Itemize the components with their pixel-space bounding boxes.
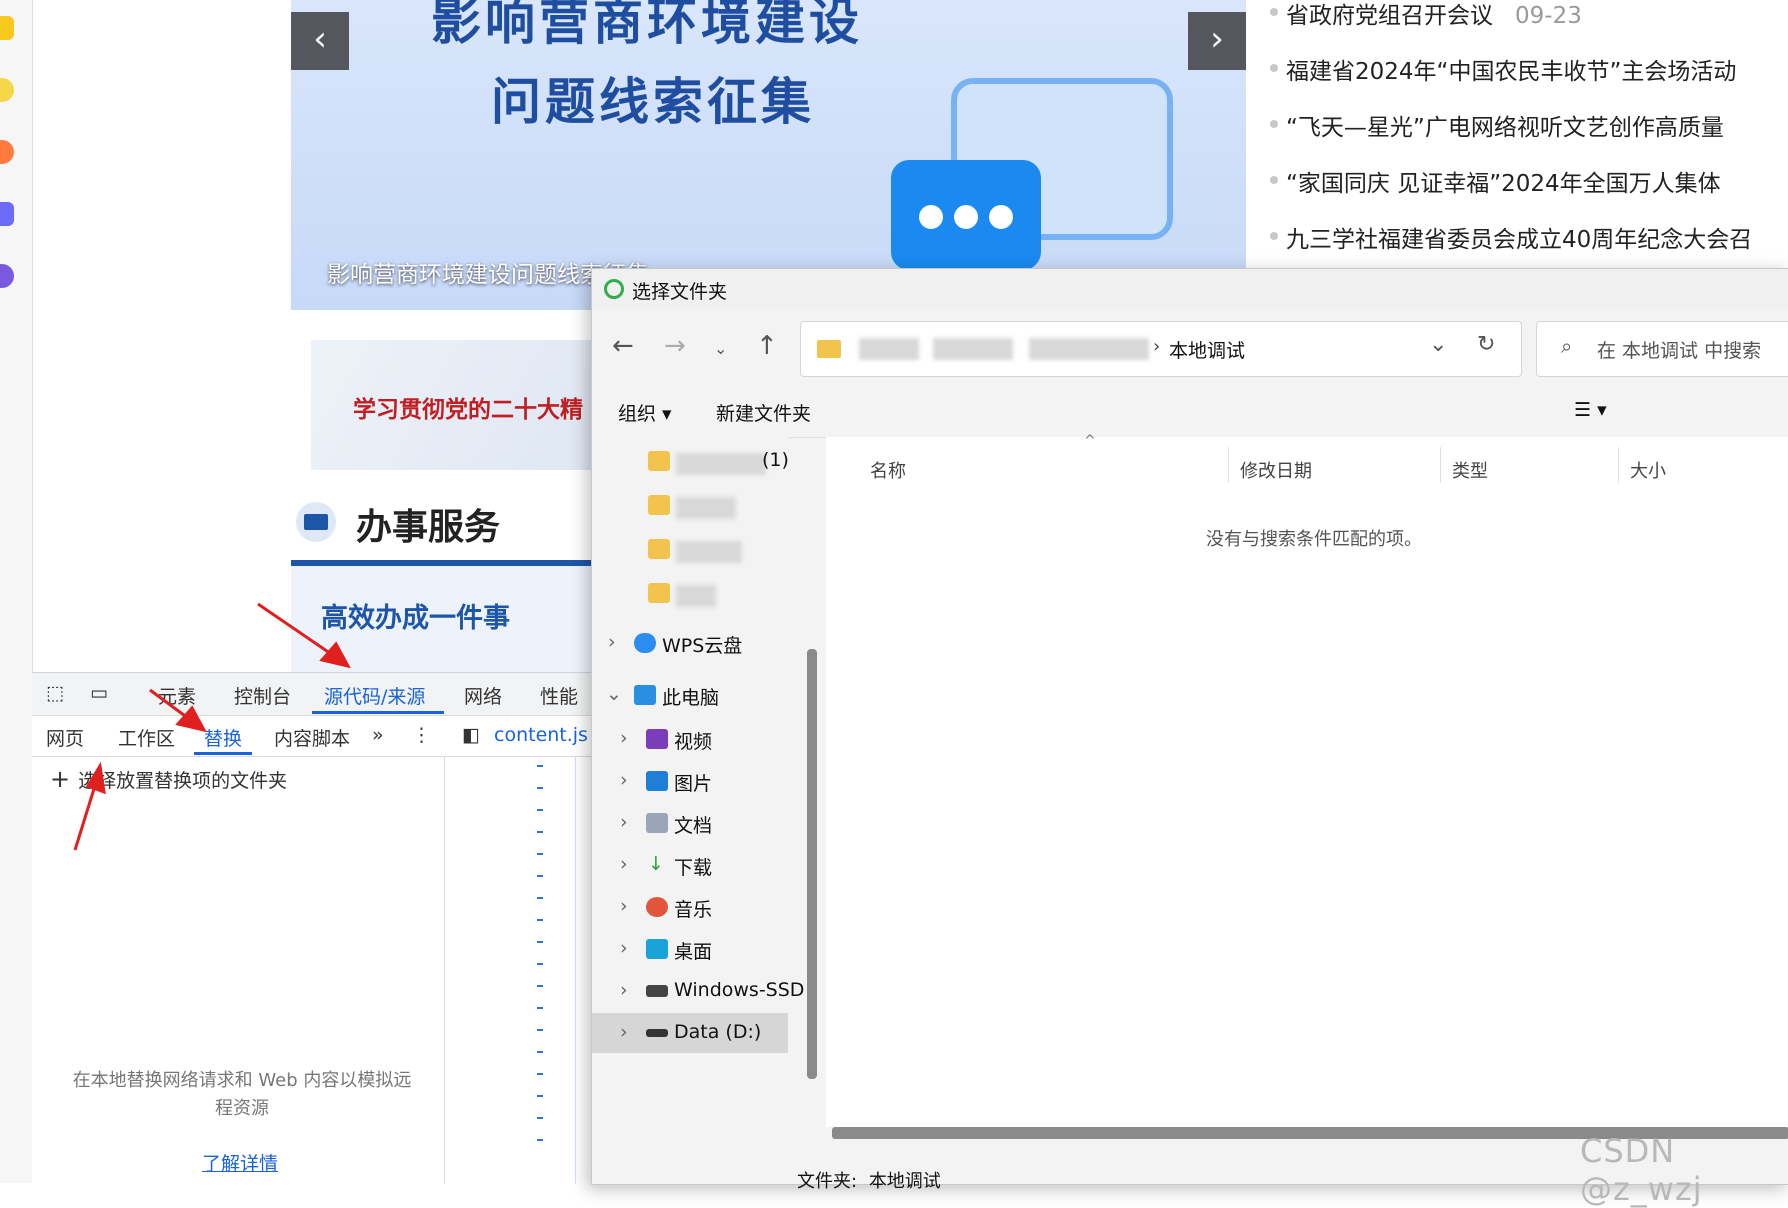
tree-item-videos[interactable]: › 视频	[592, 719, 788, 759]
tree-label: 文档	[674, 815, 713, 837]
music-icon	[646, 897, 668, 917]
picture-icon	[646, 771, 668, 791]
tree-label: Data (D:)	[674, 1021, 762, 1043]
new-folder-button[interactable]: 新建文件夹	[716, 399, 811, 426]
tree-scrollbar[interactable]	[807, 649, 817, 1079]
column-separator[interactable]	[1440, 447, 1441, 483]
drive-icon	[646, 985, 668, 997]
desktop-icon	[646, 939, 668, 959]
chevron-down-icon[interactable]: ⌄	[606, 683, 622, 705]
chevron-right-icon[interactable]: ›	[608, 631, 616, 653]
blurred-name	[676, 541, 742, 563]
browser-app-icon	[604, 279, 624, 299]
tree-item-desktop[interactable]: › 桌面	[592, 929, 788, 969]
organize-menu[interactable]: 组织 ▾	[618, 399, 672, 426]
column-modified[interactable]: 修改日期	[1240, 457, 1312, 483]
tree-label: 视频	[674, 731, 713, 753]
column-size[interactable]: 大小	[1630, 457, 1666, 483]
folder-icon	[648, 539, 670, 559]
tree-label: 桌面	[674, 941, 713, 963]
view-options-icon[interactable]: ☰ ▾	[1574, 399, 1607, 421]
back-icon[interactable]: ←	[612, 331, 634, 361]
blurred-name	[676, 497, 736, 519]
tree-item-pictures[interactable]: › 图片	[592, 761, 788, 801]
tree-item-music[interactable]: › 音乐	[592, 887, 788, 927]
tree-item[interactable]: (1)	[592, 441, 789, 481]
chevron-right-icon[interactable]: ›	[620, 1021, 628, 1043]
blurred-name	[676, 453, 766, 475]
folder-field: 文件夹: 本地调试	[797, 1167, 941, 1193]
folder-icon	[648, 583, 670, 603]
blurred-path	[859, 338, 919, 360]
tree-label: 图片	[674, 773, 713, 795]
tree-label: WPS云盘	[662, 635, 743, 657]
tree-item-downloads[interactable]: › ↓ 下载	[592, 845, 788, 885]
column-name[interactable]: 名称	[870, 457, 906, 483]
tree-item[interactable]	[592, 573, 788, 613]
sort-up-icon: ^	[1084, 433, 1096, 449]
path-separator-icon: ›	[1153, 336, 1161, 357]
tree-label: 下载	[674, 857, 713, 879]
watermark: CSDN @z_wzj	[1580, 1132, 1703, 1208]
annotation-arrowhead	[175, 705, 207, 733]
folder-field-label: 文件夹:	[797, 1171, 858, 1192]
chevron-right-icon[interactable]: ›	[620, 979, 628, 1001]
chevron-right-icon[interactable]: ›	[620, 769, 628, 791]
chevron-right-icon[interactable]: ›	[620, 811, 628, 833]
cloud-icon	[634, 633, 656, 653]
dialog-navigation: ← → ⌄ ↑ › 本地调试 ⌄ ↻ ⌕ 在 本地调试 中搜索	[592, 317, 1788, 381]
address-bar[interactable]: › 本地调试 ⌄ ↻	[800, 321, 1522, 377]
address-dropdown-icon[interactable]: ⌄	[1429, 332, 1447, 357]
recent-dropdown-icon[interactable]: ⌄	[714, 339, 727, 358]
empty-folder-message: 没有与搜索条件匹配的项。	[1206, 529, 1422, 550]
tree-item-documents[interactable]: › 文档	[592, 803, 788, 843]
refresh-icon[interactable]: ↻	[1477, 332, 1495, 357]
navigation-tree: (1) › WPS云盘 ⌄ 此电脑 › 视频 › 图片 › 文档 › ↓ 下载 …	[592, 437, 804, 1184]
chevron-right-icon[interactable]: ›	[620, 937, 628, 959]
search-placeholder: 在 本地调试 中搜索	[1597, 340, 1762, 362]
annotation-arrowhead	[85, 761, 106, 795]
select-folder-dialog: 选择文件夹 ← → ⌄ ↑ › 本地调试 ⌄ ↻ ⌕ 在 本地调试 中搜索 组织…	[591, 268, 1788, 1192]
dialog-toolbar: 组织 ▾ 新建文件夹 ☰ ▾	[592, 387, 1788, 438]
chevron-right-icon[interactable]: ›	[620, 853, 628, 875]
tree-item-data-d[interactable]: › Data (D:)	[592, 1013, 788, 1053]
folder-icon	[648, 495, 670, 515]
dialog-title: 选择文件夹	[632, 281, 728, 303]
blurred-path	[933, 338, 1013, 360]
chevron-right-icon[interactable]: ›	[620, 895, 628, 917]
tree-label: (1)	[762, 449, 789, 471]
blurred-path	[1029, 338, 1149, 360]
download-icon: ↓	[648, 853, 664, 875]
tree-item-this-pc[interactable]: ⌄ 此电脑	[592, 675, 788, 715]
drive-icon	[646, 1029, 668, 1037]
column-separator[interactable]	[1618, 447, 1619, 483]
folder-field-value[interactable]: 本地调试	[869, 1171, 941, 1192]
up-icon[interactable]: ↑	[756, 331, 778, 361]
folder-icon	[648, 451, 670, 471]
tree-item-wps-cloud[interactable]: › WPS云盘	[592, 623, 788, 663]
column-separator[interactable]	[1228, 447, 1229, 483]
annotation-arrowhead	[319, 641, 351, 669]
tree-label: 音乐	[674, 899, 713, 921]
dialog-titlebar[interactable]: 选择文件夹	[592, 269, 1788, 309]
chevron-right-icon[interactable]: ›	[620, 727, 628, 749]
forward-icon[interactable]: →	[664, 331, 686, 361]
search-icon: ⌕	[1561, 334, 1573, 358]
computer-icon	[634, 685, 656, 705]
column-type[interactable]: 类型	[1452, 457, 1488, 483]
tree-label: Windows-SSD	[674, 979, 805, 1001]
file-list[interactable]: ^ 名称 修改日期 类型 大小 没有与搜索条件匹配的项。	[826, 433, 1788, 1127]
blurred-name	[676, 585, 716, 607]
tree-item-windows-ssd[interactable]: › Windows-SSD	[592, 971, 804, 1011]
tree-item[interactable]	[592, 485, 788, 525]
tree-item[interactable]	[592, 529, 788, 569]
tree-label: 此电脑	[662, 687, 720, 709]
video-icon	[646, 729, 668, 749]
address-current-folder: 本地调试	[1169, 340, 1246, 362]
document-icon	[646, 813, 668, 833]
search-box[interactable]: ⌕ 在 本地调试 中搜索	[1536, 321, 1788, 377]
folder-icon	[817, 340, 841, 358]
